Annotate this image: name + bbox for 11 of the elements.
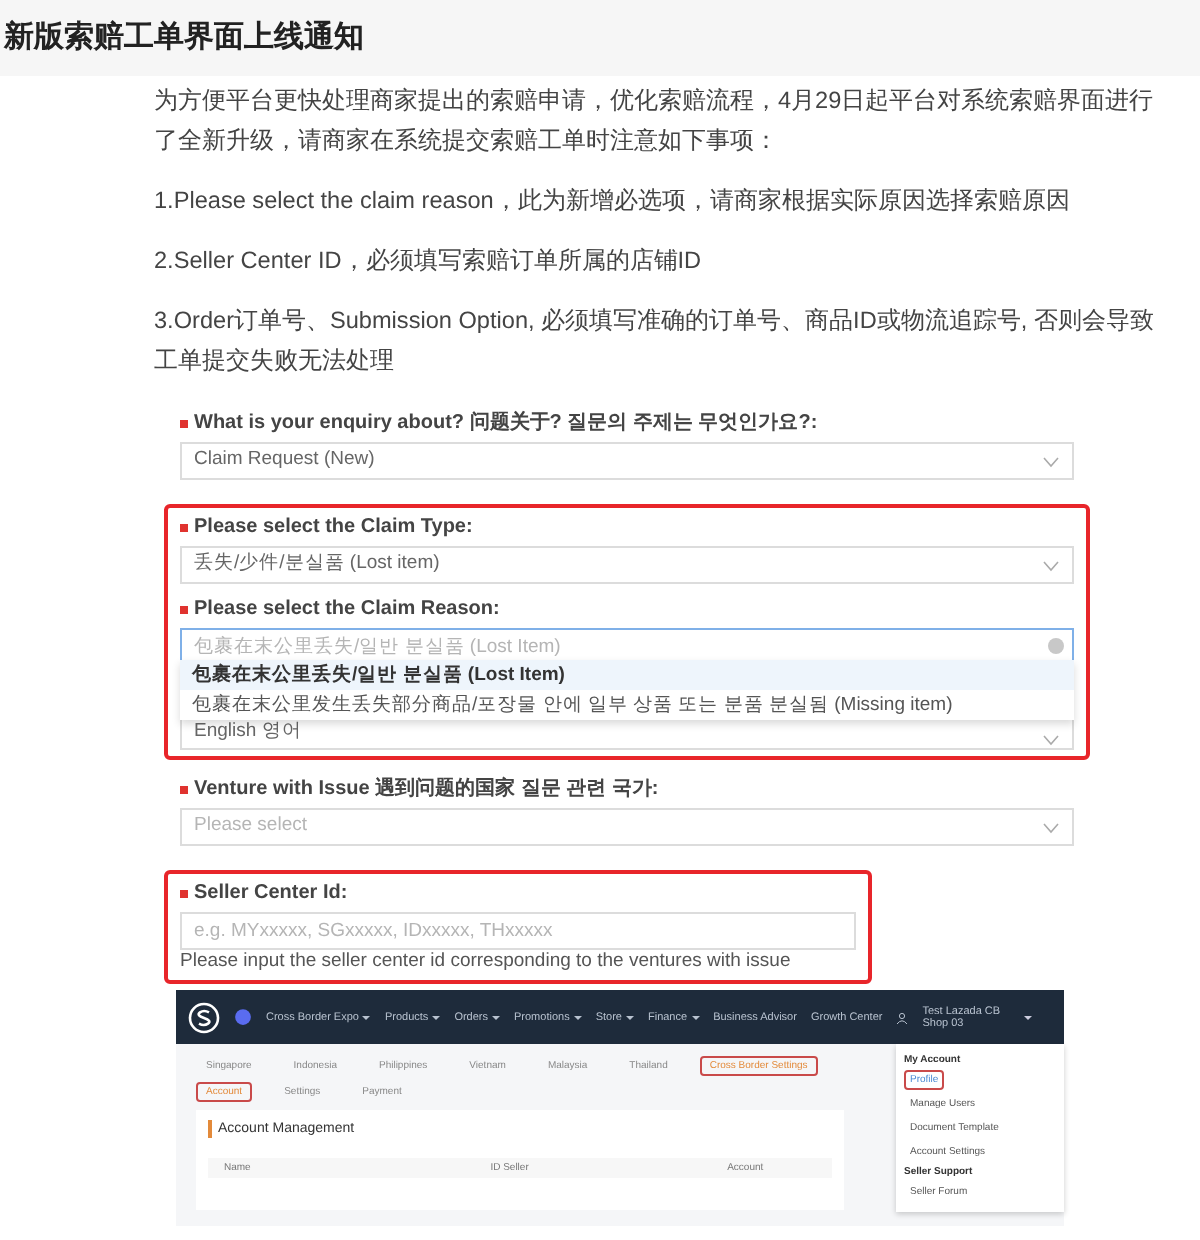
paragraph: 2.Seller Center ID，必须填写索赔订单所属的店铺ID xyxy=(154,244,704,278)
article-title: 新版索赔工单界面上线通知 xyxy=(4,20,364,54)
field-label: What is your enquiry about? 问题关于? 질문의 주제는 무엇인가요?: xyxy=(194,409,818,438)
help-text: Please input the seller center id corresponding to the ventures with issue xyxy=(180,948,793,976)
paragraph: 3.Order订单号、Submission Option, 必须填写准确的订单号、商品ID或物流追踪号, 否则会导致工单提交失败无法处理 xyxy=(154,304,1156,378)
field-label: Please select the Claim Type: xyxy=(194,514,473,542)
paragraph: 为方便平台更快处理商家提出的索赔申请，优化索赔流程，4月29日起平台对系统索赔界面进行了全新升级，请商家在系统提交索赔工单时注意如下事项： xyxy=(154,84,1156,158)
field-label: Please select the Claim Reason: xyxy=(194,596,500,624)
paragraph: 1.Please select the claim reason，此为新增必选项，请商家根据实际原因选择索赔原因 xyxy=(154,184,1072,218)
field-label: Venture with Issue 遇到问题的国家 질문 관련 국가: xyxy=(194,774,659,804)
field-label: Seller Center Id: xyxy=(194,880,348,908)
